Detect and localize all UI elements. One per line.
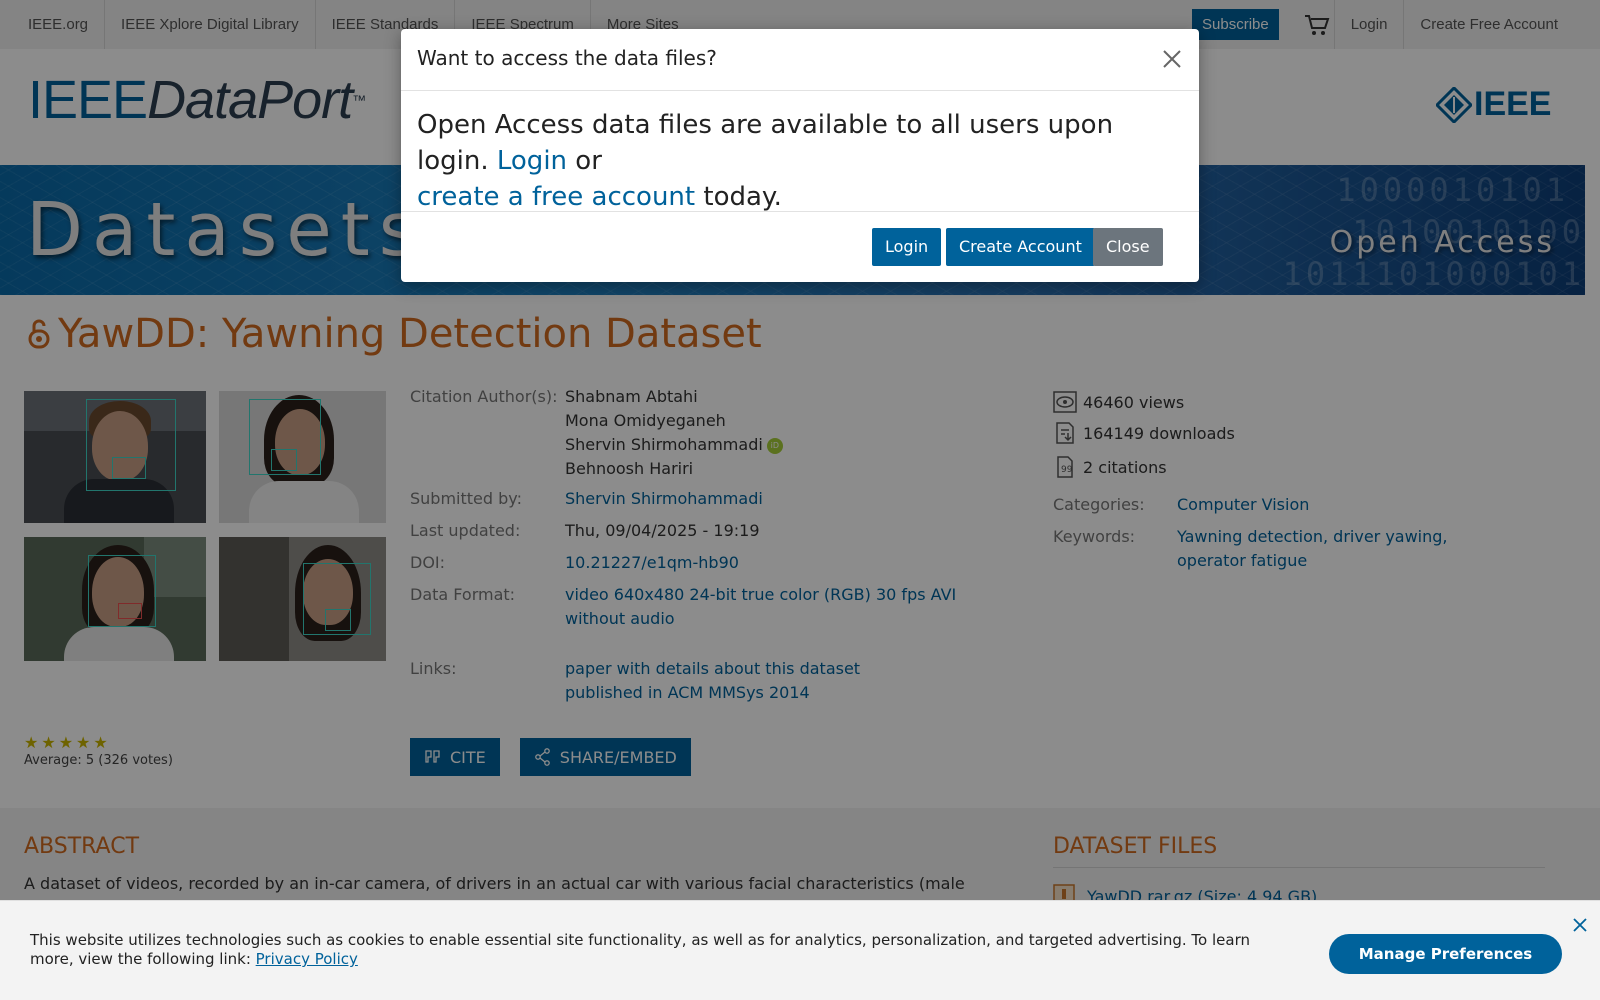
privacy-policy-link[interactable]: Privacy Policy [256, 950, 358, 968]
modal-footer: Login Create Account Close [401, 212, 1199, 282]
access-data-modal: Want to access the data files? Open Acce… [401, 29, 1199, 282]
cookie-banner: This website utilizes technologies such … [0, 900, 1600, 1000]
close-icon[interactable] [1161, 48, 1183, 70]
modal-close-button[interactable]: Close [1093, 228, 1163, 266]
modal-login-link[interactable]: Login [497, 146, 567, 176]
manage-preferences-button[interactable]: Manage Preferences [1329, 934, 1562, 974]
cookie-message: This website utilizes technologies such … [30, 931, 1250, 968]
cookie-text: This website utilizes technologies such … [30, 931, 1280, 969]
modal-header: Want to access the data files? [401, 29, 1199, 91]
modal-login-button[interactable]: Login [872, 228, 942, 266]
modal-create-account-button[interactable]: Create Account [946, 228, 1095, 266]
modal-text-end: today. [695, 182, 782, 212]
close-icon[interactable] [1572, 917, 1588, 933]
modal-create-account-link[interactable]: create a free account [417, 182, 695, 212]
modal-title: Want to access the data files? [417, 46, 717, 70]
modal-text-or: or [567, 146, 602, 176]
modal-body: Open Access data files are available to … [401, 91, 1199, 212]
